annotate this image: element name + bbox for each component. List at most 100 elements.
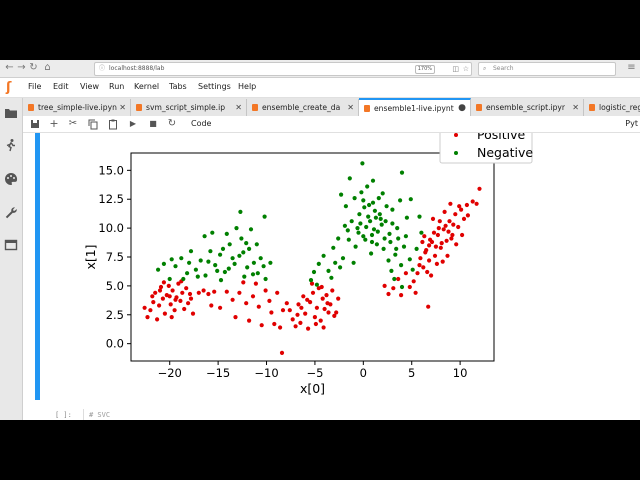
forward-icon[interactable]: → <box>16 62 27 74</box>
data-point <box>193 267 198 272</box>
data-point <box>316 261 321 266</box>
tab-3-active[interactable]: ensemble1-live.ipynt ● <box>359 98 471 117</box>
data-point <box>443 223 448 228</box>
copy-icon[interactable] <box>87 118 99 130</box>
hamburger-menu-icon[interactable]: ≡ <box>626 62 637 74</box>
add-cell-icon[interactable]: + <box>48 118 60 130</box>
menu-edit[interactable]: Edit <box>53 81 69 93</box>
cut-icon[interactable]: ✂ <box>67 118 79 130</box>
data-point <box>237 253 242 258</box>
address-bar[interactable]: ⓘ localhost:8888/lab 170% ◫ ☆ <box>94 62 472 76</box>
data-point <box>295 312 300 317</box>
close-icon[interactable]: ✕ <box>347 99 354 116</box>
data-point <box>212 289 217 294</box>
data-point <box>382 236 387 241</box>
data-point <box>188 296 194 301</box>
data-point <box>375 229 380 234</box>
data-point <box>247 246 252 251</box>
data-point <box>442 209 447 214</box>
data-point <box>425 269 430 275</box>
active-cell-indicator[interactable] <box>35 133 40 400</box>
data-point <box>370 200 376 205</box>
bookmark-star-icon[interactable]: ☆ <box>463 63 469 75</box>
data-point <box>263 288 268 293</box>
home-icon[interactable]: ⌂ <box>42 62 53 74</box>
data-point <box>357 212 362 217</box>
close-icon[interactable]: ✕ <box>119 99 126 116</box>
search-input[interactable]: ⌕ Search <box>478 62 616 76</box>
close-icon[interactable]: ✕ <box>572 99 579 116</box>
run-icon[interactable]: ▶ <box>127 118 139 130</box>
tab-browser-icon[interactable] <box>4 238 18 252</box>
tab-0[interactable]: tree_simple-live.ipyn ✕ <box>23 99 131 116</box>
data-point <box>351 260 356 265</box>
tab-5[interactable]: logistic_reg <box>584 99 640 116</box>
running-icon[interactable] <box>4 138 18 152</box>
data-point <box>179 256 184 261</box>
menu-run[interactable]: Run <box>109 81 124 93</box>
pocket-icon[interactable]: ◫ <box>452 63 459 75</box>
data-point <box>363 237 368 242</box>
data-point <box>356 230 361 235</box>
reload-icon[interactable]: ↻ <box>28 62 39 74</box>
data-point <box>408 197 413 202</box>
data-point <box>464 202 469 208</box>
cell-type-select[interactable]: Code <box>191 118 211 130</box>
y-tick-label: 7.5 <box>106 250 124 264</box>
x-tick-label: −10 <box>254 366 278 380</box>
paste-icon[interactable] <box>107 118 119 130</box>
tab-4[interactable]: ensemble_script.ipyr ✕ <box>471 99 584 116</box>
data-point <box>172 308 177 313</box>
data-point <box>414 246 419 251</box>
tab-1[interactable]: svm_script_simple.ip ✕ <box>131 99 247 116</box>
data-point <box>390 221 395 226</box>
notebook-panel: −20 −15 −10 −5 0 5 10 0.0 2.5 5.0 7.5 10.0 12.5 15.0 x… <box>23 122 640 420</box>
data-point <box>326 310 331 315</box>
data-point <box>411 279 416 284</box>
folder-icon[interactable] <box>4 106 18 120</box>
next-cell-prompt: [ ]: <box>55 411 72 419</box>
data-point <box>415 271 420 276</box>
screen: ← → ↻ ⌂ ⓘ localhost:8888/lab 170% ◫ ☆ ⌕ … <box>0 60 640 420</box>
close-icon[interactable]: ✕ <box>235 99 242 116</box>
next-cell-code[interactable]: # SVC <box>89 411 110 419</box>
palette-icon[interactable] <box>4 172 18 186</box>
tab-2[interactable]: ensemble_create_da ✕ <box>247 99 359 116</box>
data-point <box>314 282 319 287</box>
data-point <box>261 264 266 269</box>
menu-file[interactable]: File <box>28 81 41 93</box>
save-icon[interactable] <box>29 118 41 130</box>
data-point <box>361 198 366 203</box>
unsaved-dot-icon[interactable]: ● <box>458 100 466 117</box>
restart-icon[interactable]: ↻ <box>166 118 178 130</box>
data-point <box>369 251 374 256</box>
data-point <box>263 276 268 282</box>
zoom-level[interactable]: 170% <box>414 65 435 74</box>
data-point <box>303 311 308 316</box>
data-point <box>378 216 383 221</box>
data-point <box>418 256 423 261</box>
data-point <box>345 228 350 233</box>
data-point <box>390 207 395 212</box>
back-icon[interactable]: ← <box>4 62 15 74</box>
data-point <box>376 196 381 201</box>
data-point <box>422 234 427 239</box>
data-point <box>250 294 256 299</box>
data-point <box>150 294 155 299</box>
stop-icon[interactable]: ■ <box>147 118 159 130</box>
data-point <box>167 276 172 282</box>
notebook-icon <box>476 104 482 111</box>
data-point <box>336 236 341 241</box>
kernel-name[interactable]: Pyt <box>625 118 638 130</box>
menu-settings[interactable]: Settings <box>198 81 231 93</box>
data-point <box>196 290 201 295</box>
data-point <box>399 293 404 298</box>
data-point <box>465 213 470 218</box>
menu-view[interactable]: View <box>80 81 99 93</box>
menu-help[interactable]: Help <box>238 81 256 93</box>
menu-tabs[interactable]: Tabs <box>169 81 187 93</box>
menu-kernel[interactable]: Kernel <box>134 81 159 93</box>
plot-frame <box>130 152 495 362</box>
wrench-icon[interactable] <box>4 206 18 220</box>
cell-output: −20 −15 −10 −5 0 5 10 0.0 2.5 5.0 7.5 10.0 12.5 15.0 x… <box>43 122 640 413</box>
